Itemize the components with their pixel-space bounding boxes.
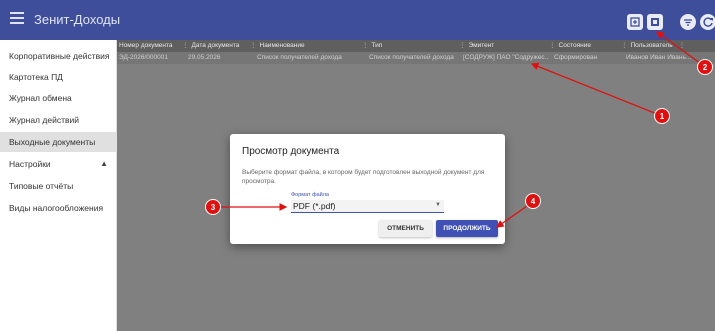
- sidebar-item-settings[interactable]: Настройки ▲: [0, 154, 117, 174]
- dialog-title: Просмотр документа: [242, 146, 340, 157]
- table-cell: [СОДРУЖ] ПАО "Содружес...: [463, 54, 549, 61]
- table-cell: ЭД-2026/000001: [119, 54, 168, 61]
- continue-button[interactable]: ПРОДОЛЖИТЬ: [436, 220, 498, 237]
- chevron-up-icon: ▲: [100, 159, 108, 168]
- cancel-button[interactable]: ОТМЕНИТЬ: [379, 220, 432, 237]
- document-preview-icon[interactable]: [647, 14, 663, 30]
- table-cell: Список получателей дохода: [257, 54, 342, 61]
- column-header[interactable]: ⋮ Тип: [362, 40, 459, 52]
- sidebar-item-standard-reports[interactable]: Типовые отчёты: [0, 176, 117, 196]
- column-header[interactable]: ⋮ Эмитент: [459, 40, 549, 52]
- column-header[interactable]: ⋮ Состояние: [549, 40, 621, 52]
- document-export-icon[interactable]: [627, 14, 643, 30]
- menu-icon[interactable]: [10, 12, 24, 26]
- file-format-label: Формат файла: [291, 192, 329, 198]
- refresh-icon[interactable]: [700, 14, 715, 30]
- top-app-bar: Зенит-Доходы: [0, 0, 715, 40]
- column-header[interactable]: ⋮ Наименование: [250, 40, 362, 52]
- table-cell: Список получателей дохода: [369, 54, 454, 61]
- sidebar-item-taxation-types[interactable]: Виды налогообложения: [0, 198, 117, 218]
- app-title: Зенит-Доходы: [34, 12, 121, 27]
- dropdown-caret-icon: ▼: [435, 202, 441, 208]
- table-row[interactable]: ЭД-2026/000001 29.05.2026 Список получат…: [117, 52, 715, 64]
- file-format-value: PDF (*.pdf): [293, 201, 336, 211]
- column-header[interactable]: Номер документа: [119, 40, 183, 52]
- column-header[interactable]: ⋮ Пользователь ⋮: [621, 40, 715, 52]
- dialog-description: Выберите формат файла, в котором будет п…: [242, 169, 485, 185]
- table-cell: Сформирован: [554, 54, 598, 61]
- sidebar-item-corporate-actions[interactable]: Корпоративные действия: [0, 46, 117, 66]
- filter-icon[interactable]: [680, 14, 696, 30]
- table-cell: 29.05.2026: [188, 54, 221, 61]
- document-preview-dialog: Просмотр документа Выберите формат файла…: [230, 134, 505, 244]
- column-header[interactable]: ⋮ Дата документа: [182, 40, 250, 52]
- sidebar: Корпоративные действия Картотека ПД Журн…: [0, 40, 117, 331]
- table-cell: Иванов Иван Ивань...: [626, 54, 692, 61]
- sidebar-item-exchange-log[interactable]: Журнал обмена: [0, 88, 117, 108]
- sidebar-item-pd-cardfile[interactable]: Картотека ПД: [0, 67, 117, 87]
- file-format-select[interactable]: PDF (*.pdf) ▼: [291, 200, 444, 213]
- sidebar-item-action-log[interactable]: Журнал действий: [0, 110, 117, 130]
- sidebar-item-output-documents[interactable]: Выходные документы: [0, 132, 117, 152]
- table-header: Номер документа ⋮ Дата документа ⋮ Наимено…: [117, 40, 715, 52]
